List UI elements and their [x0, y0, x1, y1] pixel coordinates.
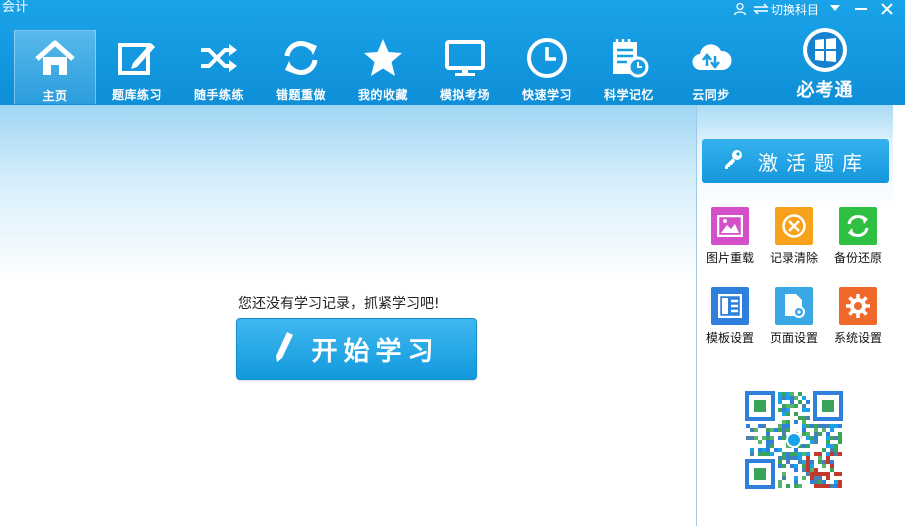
- dropdown-icon[interactable]: [825, 1, 845, 17]
- nav-item-cloud-sync[interactable]: 云同步: [670, 30, 752, 104]
- start-study-label: 开始学习: [311, 336, 440, 367]
- qr-code: [745, 391, 843, 489]
- nav-item-mock-exam[interactable]: 模拟考场: [424, 30, 506, 104]
- minimize-icon[interactable]: [851, 1, 871, 17]
- pencil-icon: [273, 330, 295, 368]
- switch-subject-label: 切换科目: [770, 2, 819, 17]
- clock-icon: [525, 36, 569, 80]
- nav-item-wrong-questions[interactable]: 错题重做: [260, 30, 342, 104]
- nav-item-quick-study[interactable]: 快速学习: [506, 30, 588, 104]
- page-settings-button[interactable]: 页面设置: [762, 287, 826, 346]
- system-settings-label: 系统设置: [833, 331, 882, 345]
- clear-records-label: 记录清除: [769, 251, 818, 265]
- brand-logo: 必考通: [788, 26, 862, 102]
- template-settings-label: 模板设置: [705, 331, 754, 345]
- header-bar: 会计 切换科目 主页 题库练习 随手练练 错题重做 我的收藏 模拟考场 快速学习…: [0, 0, 905, 105]
- system-settings-button[interactable]: 系统设置: [826, 287, 890, 346]
- clear-records-button[interactable]: 记录清除: [762, 207, 826, 266]
- switch-subject-button[interactable]: 切换科目: [753, 1, 819, 18]
- empty-state-message: 您还没有学习记录，抓紧学习吧!: [238, 296, 440, 312]
- star-icon: [361, 36, 405, 80]
- page-settings-label: 页面设置: [769, 331, 818, 345]
- nav-item-memory[interactable]: 科学记忆: [588, 30, 670, 104]
- window-edge: [893, 105, 905, 526]
- close-icon[interactable]: [877, 1, 897, 17]
- activate-label: 激活题库: [758, 150, 870, 175]
- nav-item-random-practice[interactable]: 随手练练: [178, 30, 260, 104]
- system-settings-icon: [839, 287, 877, 325]
- nav-label-random-practice: 随手练练: [193, 88, 244, 102]
- reload-images-label: 图片重载: [705, 251, 754, 265]
- notebook-clock-icon: [607, 36, 651, 80]
- backup-restore-label: 备份还原: [833, 251, 882, 265]
- nav-label-favorites: 我的收藏: [357, 88, 408, 102]
- shuffle-icon: [197, 36, 241, 80]
- template-icon: [711, 287, 749, 325]
- qr-code-graphic: [745, 391, 843, 489]
- activate-question-bank-button[interactable]: 激活题库: [702, 139, 889, 183]
- main-content: 您还没有学习记录，抓紧学习吧! 开始学习: [0, 105, 697, 526]
- page-settings-icon: [775, 287, 813, 325]
- sidebar: 激活题库 图片重载 记录清除 备份还原 模板设置 页面设置 系统设置: [696, 105, 896, 526]
- cloud-sync-icon: [689, 36, 733, 80]
- backup-icon: [839, 207, 877, 245]
- image-icon: [711, 207, 749, 245]
- brand-label: 必考通: [796, 80, 854, 101]
- window-controls: 切换科目: [733, 0, 897, 18]
- swap-icon: [753, 3, 769, 15]
- template-settings-button[interactable]: 模板设置: [698, 287, 762, 346]
- reload-images-button[interactable]: 图片重载: [698, 207, 762, 266]
- nav-label-mock-exam: 模拟考场: [439, 88, 490, 102]
- start-study-button[interactable]: 开始学习: [236, 318, 477, 380]
- monitor-icon: [443, 36, 487, 80]
- home-icon: [33, 37, 77, 81]
- app-title: 会计: [2, 0, 29, 15]
- nav-label-wrong-questions: 错题重做: [275, 88, 326, 102]
- nav-label-home: 主页: [42, 89, 68, 103]
- user-icon[interactable]: [733, 2, 747, 16]
- backup-restore-button[interactable]: 备份还原: [826, 207, 890, 266]
- nav-label-quick-study: 快速学习: [521, 88, 572, 102]
- nav-label-memory: 科学记忆: [603, 88, 654, 102]
- brand-logo-icon: [803, 28, 847, 72]
- nav-label-question-bank: 题库练习: [111, 88, 162, 102]
- key-icon: [722, 148, 744, 174]
- clear-icon: [775, 207, 813, 245]
- nav-item-favorites[interactable]: 我的收藏: [342, 30, 424, 104]
- nav-item-home[interactable]: 主页: [14, 30, 96, 104]
- nav-item-question-bank[interactable]: 题库练习: [96, 30, 178, 104]
- main-nav: 主页 题库练习 随手练练 错题重做 我的收藏 模拟考场 快速学习 科学记忆 云同…: [14, 30, 752, 104]
- edit-icon: [115, 36, 159, 80]
- refresh-icon: [279, 36, 323, 80]
- nav-label-cloud-sync: 云同步: [692, 88, 730, 102]
